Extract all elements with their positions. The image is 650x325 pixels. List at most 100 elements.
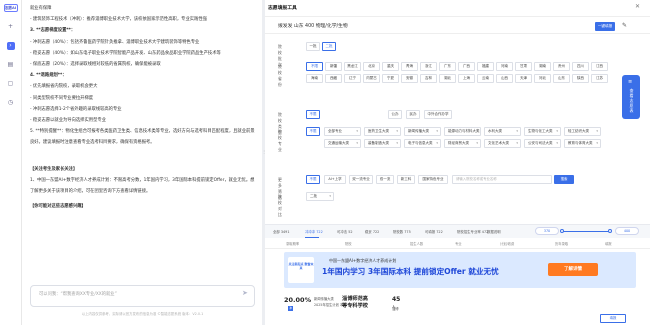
tab-safe[interactable]: 稳妥 722	[365, 229, 379, 234]
major-filter-select[interactable]: 轻工纺织大类 ▾	[564, 127, 601, 136]
filter-chip[interactable]: 湖南	[534, 62, 551, 71]
major-filter-select[interactable]: 电子与信息大类 ▾	[404, 139, 441, 148]
filter-chip[interactable]: 四川	[572, 62, 589, 71]
major-filter-select[interactable]: 生物与化工大类 ▾	[524, 127, 561, 136]
filter-chip[interactable]: 青海	[401, 62, 418, 71]
major-filter-select[interactable]: 能源动力与材料大类 ▾	[444, 127, 481, 136]
filter-chip[interactable]: 新疆	[325, 62, 342, 71]
filter-chip[interactable]: 贵州	[553, 62, 570, 71]
major-filter-select[interactable]: 新闻传播大类 ▾	[404, 127, 441, 136]
filter-chip[interactable]: 辽宁	[344, 74, 361, 83]
chat-input[interactable]: 可以问我：“帮我查询XX专业/XX的就业” ➤	[30, 285, 255, 307]
city: 淄博	[392, 307, 399, 311]
filter-chip[interactable]: 黑龙江	[344, 62, 361, 71]
filter-chip[interactable]: 新工科	[397, 175, 415, 184]
filter-chip[interactable]: 陕西	[572, 74, 589, 83]
filter-chip[interactable]: 湖北	[439, 74, 456, 83]
chat-line: 5. **特别提醒**：物化生组合可报考各类医药卫生类、信息技术类等专业，选好方…	[30, 129, 255, 146]
panel-title: 志愿填报工具	[268, 6, 297, 11]
one-click-fill-button[interactable]: 一键填报	[595, 22, 615, 31]
file-icon[interactable]: ▢	[7, 80, 15, 88]
app-logo[interactable]: 志愿AI	[3, 4, 18, 12]
filter-chip[interactable]: 一批	[306, 42, 320, 51]
filter-chip[interactable]: 中外合作办学	[424, 110, 452, 119]
chat-line: 4. **退路规划**：	[30, 73, 67, 79]
major-filter-select[interactable]: 水利大类 ▾	[484, 127, 521, 136]
document-icon[interactable]: ▤	[7, 61, 15, 69]
filter-chip[interactable]: 海南	[306, 74, 323, 83]
filter-chip[interactable]: 河北	[534, 74, 551, 83]
filter-chip[interactable]: 不限	[306, 175, 320, 184]
filter-chip[interactable]: 北京	[363, 62, 380, 71]
send-icon[interactable]: ➤	[242, 289, 250, 297]
filter-chip[interactable]: 宁夏	[382, 74, 399, 83]
major-filter-select[interactable]: 教育与体育大类 ▾	[564, 139, 601, 148]
learn-more-button[interactable]: 了解详情	[548, 263, 598, 276]
major-filter-select[interactable]: 装备制造大类 ▾	[364, 139, 401, 148]
filter-chip[interactable]: 江苏	[591, 74, 608, 83]
filter-chip[interactable]: AI+上学	[324, 175, 346, 184]
filter-chip[interactable]: 公办	[388, 110, 402, 119]
filter-chip[interactable]: 福建	[477, 62, 494, 71]
batch-select[interactable]: 二批 ▾	[306, 192, 334, 201]
tab-rush[interactable]: 冲冲冲 722	[305, 229, 323, 234]
plus-icon[interactable]: +	[7, 23, 15, 31]
chevron-right-icon[interactable]: ›	[6, 42, 15, 50]
score-range-slider[interactable]	[560, 229, 612, 233]
data-note-link[interactable]: 数据说明	[487, 229, 501, 234]
filter-chip[interactable]: 西藏	[325, 74, 342, 83]
filter-chip[interactable]: 山东	[553, 74, 570, 83]
filter-chip[interactable]: 国家特色专业	[418, 175, 448, 184]
major-filter-select[interactable]: 医药卫生大类 ▾	[364, 127, 401, 136]
filter-chip[interactable]: 浙江	[420, 62, 437, 71]
filter-chip[interactable]: 广西	[458, 62, 475, 71]
filter-chip[interactable]: 云南	[477, 74, 494, 83]
chat-line: 1、中国一东盟AI+数字经济人才养成计划：不限高考分数，1年国内学习，3年国际本…	[30, 178, 255, 195]
filter-chip[interactable]: 江西	[591, 62, 608, 71]
search-input[interactable]: 请输入院校名称或专业名称	[452, 175, 552, 184]
close-icon[interactable]: ✕	[635, 3, 640, 10]
filter-chip[interactable]: 重庆	[382, 62, 399, 71]
major-filter-select[interactable]: 全部专业 ▾	[324, 127, 361, 136]
filter-chip[interactable]: 广东	[439, 62, 456, 71]
chat-line: - 稳妥志愿以就业为导向选择实用型专业	[30, 118, 106, 124]
tab-schools[interactable]: 院校数 775	[393, 229, 411, 234]
chevron-down-icon: ▾	[556, 141, 558, 145]
major-filter-select[interactable]: 文化艺术大类 ▾	[484, 139, 521, 148]
chat-line: - 稳妥志愿（40%）：如山东电子职业技术学院智能产品开发、山东药品食品职业学院…	[30, 50, 221, 56]
filter-label: 院校专业	[278, 129, 282, 152]
history-icon[interactable]: ◷	[7, 99, 15, 107]
tab-all[interactable]: 全部 3491	[273, 229, 290, 234]
filter-chip[interactable]: 天津	[515, 74, 532, 83]
chat-line: - 冲刺志愿选择1-2个省外趣的录取线较高的专业	[30, 106, 122, 112]
promo-banner[interactable]: 关注新起点 数智未来 中国一东盟AI+数字经济人才养成计划 1年国内学习 3年国…	[284, 252, 636, 288]
filter-chip[interactable]: 上海	[458, 74, 475, 83]
major-filter-select[interactable]: 交通运输大类 ▾	[324, 139, 361, 148]
list-icon: ≡	[628, 79, 633, 85]
filter-chip[interactable]: 双一流	[376, 175, 394, 184]
search-button[interactable]: 搜索	[554, 175, 574, 184]
tab-risk[interactable]: 可冲击 52	[337, 229, 353, 234]
university-name[interactable]: 淄博师范高等专科学校	[342, 296, 372, 310]
major-filter-select[interactable]: 财经商贸大类 ▾	[444, 139, 481, 148]
filter-chip[interactable]: 不限	[306, 110, 320, 119]
filter-chip[interactable]: 甘肃	[515, 62, 532, 71]
score-max[interactable]: 400	[615, 227, 639, 235]
fill-button[interactable]: 填报	[600, 314, 626, 323]
edit-icon[interactable]: ✎	[622, 22, 627, 29]
major-filter-select[interactable]: 公安与司法大类 ▾	[524, 139, 561, 148]
filter-chip[interactable]: 山西	[496, 74, 513, 83]
filter-chip[interactable]: 内蒙古	[363, 74, 380, 83]
filter-chip[interactable]: 吉林	[420, 74, 437, 83]
score-min[interactable]: 370	[535, 227, 559, 235]
major-filter-select[interactable]: 不限	[306, 127, 320, 136]
tab-fillable[interactable]: 可填报 722	[425, 229, 443, 234]
filter-chip[interactable]: 民办	[406, 110, 420, 119]
filter-chip[interactable]: 二批	[322, 42, 336, 51]
filter-chip[interactable]: 安徽	[401, 74, 418, 83]
tab-major-rate[interactable]: 院校招生专业率 472	[457, 229, 488, 234]
filter-chip[interactable]: 河南	[496, 62, 513, 71]
filter-chip[interactable]: 不限	[306, 62, 323, 71]
filter-chip[interactable]: 双一流专业	[349, 175, 373, 184]
view-volunteer-table-button[interactable]: ≡ 查看志愿表	[622, 75, 640, 119]
